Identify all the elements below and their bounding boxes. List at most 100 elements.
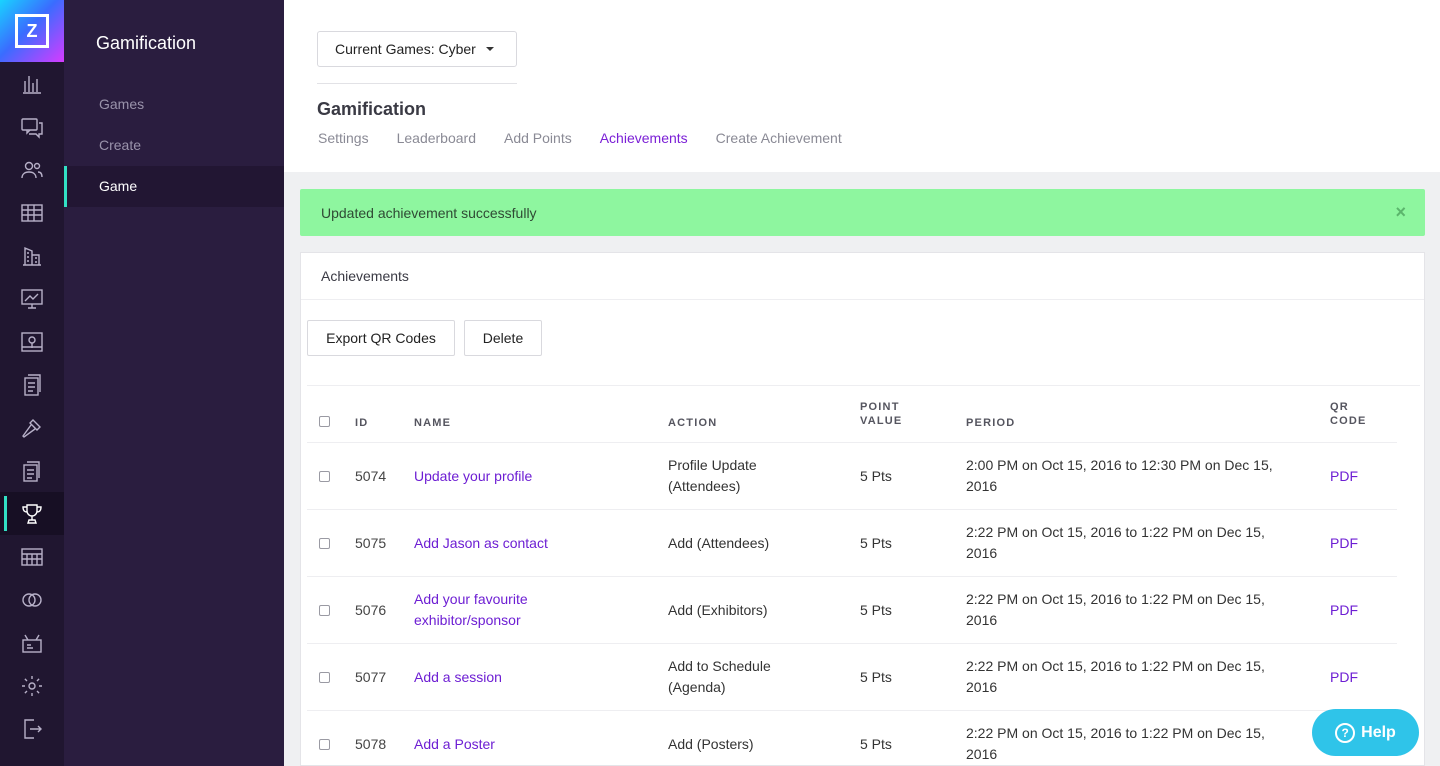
col-point-line2: VALUE [860,415,903,427]
hammer-icon [22,418,41,438]
table-row: 5075 Add Jason as contact Add (Attendees… [307,510,1397,577]
rail-integrations[interactable] [0,578,64,621]
row-id: 5078 [355,735,387,752]
select-all-checkbox[interactable] [319,416,330,427]
table-row: 5077 Add a session Add to Schedule (Agen… [307,644,1397,711]
rail-table[interactable] [0,191,64,234]
rail-documents[interactable] [0,363,64,406]
row-checkbox[interactable] [319,672,330,683]
achievements-card: Achievements Export QR Codes Delete ID N… [300,252,1425,766]
question-icon: ? [1335,722,1356,743]
rail-files[interactable] [0,449,64,492]
table-row: 5074 Update your profile Profile Update … [307,443,1397,510]
row-checkbox[interactable] [319,605,330,616]
rail-map[interactable] [0,320,64,363]
row-name-link[interactable]: Add a session [414,644,594,710]
section-tabs: Settings Leaderboard Add Points Achievem… [318,130,842,146]
row-action: Add (Exhibitors) [668,601,768,618]
export-qr-codes-button[interactable]: Export QR Codes [307,320,455,356]
tab-settings[interactable]: Settings [318,130,369,146]
table-row: 5076 Add your favourite exhibitor/sponso… [307,577,1397,644]
rail-analytics[interactable] [0,62,64,105]
rail-venues[interactable] [0,234,64,277]
tab-leaderboard[interactable]: Leaderboard [397,130,476,146]
row-name-link[interactable]: Update your profile [414,443,594,509]
tab-add-points[interactable]: Add Points [504,130,572,146]
rail-gamification[interactable] [0,492,64,535]
tab-achievements[interactable]: Achievements [600,130,688,146]
row-name-link[interactable]: Add your favourite exhibitor/sponsor [414,577,594,643]
row-name-link[interactable]: Add a Poster [414,711,594,765]
row-period: 2:22 PM on Oct 15, 2016 to 1:22 PM on De… [966,591,1265,628]
subnav-item-game[interactable]: Game [64,166,284,207]
trophy-icon [22,503,42,524]
row-period: 2:00 PM on Oct 15, 2016 to 12:30 PM on D… [966,457,1273,494]
row-id: 5076 [355,601,387,618]
row-period: 2:22 PM on Oct 15, 2016 to 1:22 PM on De… [966,524,1265,561]
tab-create-achievement[interactable]: Create Achievement [716,130,842,146]
rail-settings[interactable] [0,664,64,707]
delete-button[interactable]: Delete [464,320,542,356]
broadcast-icon [22,634,42,653]
row-action: Add to Schedule (Agenda) [668,658,771,695]
presentation-icon [21,288,43,309]
row-period: 2:22 PM on Oct 15, 2016 to 1:22 PM on De… [966,658,1265,695]
alert-message: Updated achievement successfully [321,204,537,221]
current-games-label: Current Games: Cyber [335,41,476,57]
col-id: ID [355,417,369,429]
rail-broadcast[interactable] [0,621,64,664]
rail-presentations[interactable] [0,277,64,320]
header-divider [317,83,517,84]
row-qr-pdf-link[interactable]: PDF [1330,644,1358,710]
row-checkbox[interactable] [319,471,330,482]
exit-icon [24,718,42,739]
row-points: 5 Pts [860,534,892,551]
subnav-title: Gamification [96,33,197,53]
rings-icon [22,592,42,607]
row-action: Add (Attendees) [668,534,770,551]
row-id: 5075 [355,534,387,551]
rail-logout[interactable] [0,707,64,750]
row-points: 5 Pts [860,601,892,618]
document-icon [24,373,41,396]
rail-schedule[interactable] [0,535,64,578]
col-name: NAME [414,417,452,429]
app-logo[interactable]: Z [0,0,64,62]
card-title: Achievements [301,253,1424,300]
table-row: 5078 Add a Poster Add (Posters) 5 Pts 2:… [307,711,1397,765]
chat-icon [21,117,43,139]
subnav-item-create[interactable]: Create [64,125,284,166]
documents-icon [23,460,40,482]
help-label: Help [1361,723,1396,741]
buildings-icon [23,246,41,266]
col-period: PERIOD [966,417,1016,429]
close-icon[interactable]: × [1395,203,1406,221]
rail-messages[interactable] [0,105,64,148]
current-games-dropdown[interactable]: Current Games: Cyber [317,31,517,67]
help-button[interactable]: ? Help [1312,709,1419,756]
row-name-link[interactable]: Add Jason as contact [414,510,594,576]
rail-tools[interactable] [0,406,64,449]
col-point-line1: POINT [860,401,900,413]
row-qr-pdf-link[interactable]: PDF [1330,510,1358,576]
row-qr-pdf-link[interactable]: PDF [1330,577,1358,643]
rail-people[interactable] [0,148,64,191]
section-title: Gamification [317,99,427,119]
row-points: 5 Pts [860,668,892,685]
row-period: 2:22 PM on Oct 15, 2016 to 1:22 PM on De… [966,725,1265,762]
row-id: 5074 [355,467,387,484]
col-action: ACTION [668,417,718,429]
row-checkbox[interactable] [319,739,330,750]
col-qr-code: QR CODE [1330,400,1367,428]
table-header: ID NAME ACTION POINT VALUE PERIOD QR CODE [307,386,1397,443]
gear-icon [22,675,42,696]
icon-rail: Z [0,0,64,766]
row-qr-pdf-link[interactable]: PDF [1330,443,1358,509]
row-action: Add (Posters) [668,735,754,752]
row-id: 5077 [355,668,387,685]
row-checkbox[interactable] [319,538,330,549]
page-header: Current Games: Cyber Gamification Settin… [284,0,1440,172]
people-icon [21,161,43,178]
row-points: 5 Pts [860,735,892,752]
subnav-item-games[interactable]: Games [64,84,284,125]
